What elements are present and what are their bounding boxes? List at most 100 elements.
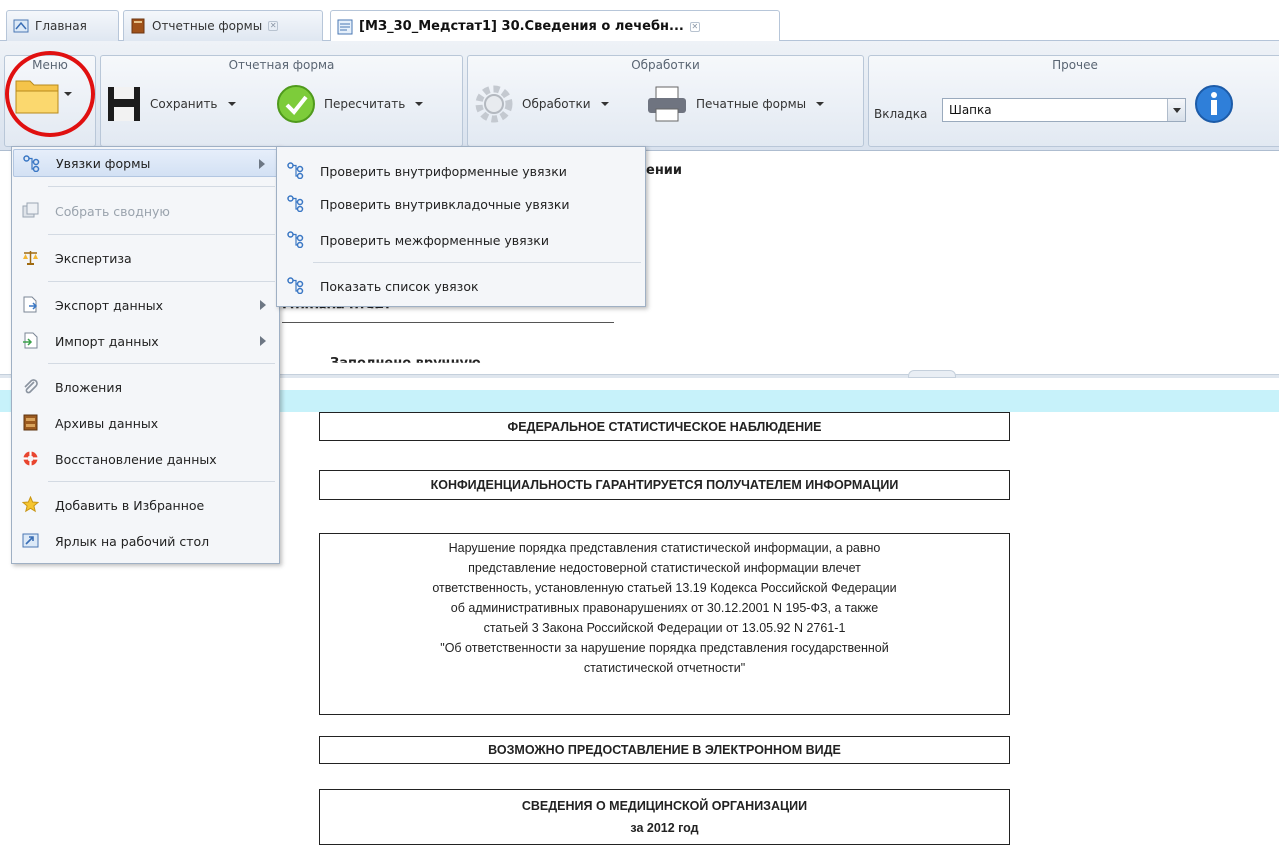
- menu-item-import-data[interactable]: Импорт данных: [13, 327, 278, 355]
- submenu-item-label: Проверить внутривкладочные увязки: [320, 196, 570, 212]
- tab-form-30-label: [МЗ_30_Медстат1] 30.Сведения о лечебн...: [359, 19, 684, 34]
- processing-button[interactable]: Обработки: [474, 85, 609, 123]
- import-icon: [23, 332, 38, 349]
- violation-line: статьей 3 Закона Российской Федерации от…: [483, 621, 846, 635]
- org-info-year: за 2012 год: [630, 821, 699, 835]
- summary-icon: [22, 202, 39, 218]
- save-button[interactable]: Сохранить: [106, 85, 236, 123]
- submenu-item-show-links-list[interactable]: Показать список увязок: [278, 272, 644, 300]
- violation-line: представление недостоверной статистическ…: [468, 561, 861, 575]
- submenu-item-check-interform[interactable]: Проверить межформенные увязки: [278, 226, 644, 254]
- highlight-circle: [5, 51, 95, 137]
- info-button[interactable]: [1194, 85, 1234, 123]
- submenu-arrow-icon: [260, 336, 266, 346]
- save-button-label: Сохранить: [150, 97, 218, 111]
- chevron-down-icon: [816, 102, 825, 106]
- processing-button-label: Обработки: [522, 97, 591, 111]
- recalculate-button[interactable]: Пересчитать: [276, 85, 424, 123]
- tab-selector-value: Шапка: [949, 103, 992, 117]
- menu-item-export-data[interactable]: Экспорт данных: [13, 291, 278, 319]
- main-menu: Увязки формы Собрать сводную Экспертиза …: [11, 146, 280, 564]
- archive-cabinet-icon: [23, 414, 38, 431]
- menu-separator: [48, 281, 275, 282]
- violation-line: ответственность, установленную статьей 1…: [432, 581, 897, 595]
- print-forms-button[interactable]: Печатные формы: [646, 85, 825, 123]
- links-submenu: Проверить внутриформенные увязки Провери…: [276, 146, 646, 307]
- chevron-down-icon: [415, 102, 424, 106]
- ribbon-group-report-form-title: Отчетная форма: [228, 58, 335, 72]
- menu-item-label: Импорт данных: [55, 333, 159, 349]
- violation-line: статистической отчетности": [583, 661, 746, 675]
- menu-item-label: Добавить в Избранное: [55, 497, 205, 513]
- tab-close-icon[interactable]: ✕: [689, 21, 700, 32]
- links-icon: [287, 195, 304, 212]
- violation-line: об административных правонарушениях от 3…: [450, 601, 879, 615]
- menu-item-data-recovery[interactable]: Восстановление данных: [13, 445, 278, 473]
- tab-close-icon[interactable]: ✕: [268, 21, 279, 31]
- submenu-item-check-intraform[interactable]: Проверить внутриформенные увязки: [278, 157, 644, 185]
- submenu-item-label: Проверить межформенные увязки: [320, 232, 549, 248]
- submenu-item-check-intratab[interactable]: Проверить внутривкладочные увязки: [278, 190, 644, 218]
- print-forms-button-label: Печатные формы: [696, 97, 807, 111]
- home-icon: [13, 19, 29, 33]
- form-heading-partial: ении: [646, 163, 683, 178]
- menu-item-add-favorites[interactable]: Добавить в Избранное: [13, 491, 278, 519]
- menu-item-attachments[interactable]: Вложения: [13, 373, 278, 401]
- submenu-arrow-icon: [260, 300, 266, 310]
- menu-item-label: Восстановление данных: [55, 451, 217, 467]
- org-info-box: СВЕДЕНИЯ О МЕДИЦИНСКОЙ ОРГАНИЗАЦИИ за 20…: [319, 789, 1010, 845]
- tab-form-30[interactable]: [МЗ_30_Медстат1] 30.Сведения о лечебн...…: [330, 10, 780, 42]
- links-icon: [287, 277, 304, 294]
- info-icon: [1195, 85, 1233, 123]
- printer-icon: [648, 86, 686, 122]
- gear-icon: [475, 85, 513, 123]
- recalculate-button-label: Пересчитать: [324, 97, 406, 111]
- tab-home[interactable]: Главная: [6, 10, 119, 41]
- form-icon: [337, 19, 353, 34]
- tab-selector-label: Вкладка: [874, 107, 928, 121]
- menu-item-label: Ярлык на рабочий стол: [55, 533, 210, 549]
- ribbon-toolbar: Меню Отчетная форма Обработки Прочее Сох…: [0, 41, 1279, 151]
- tab-selector-dropdown[interactable]: Шапка: [942, 98, 1186, 122]
- menu-item-build-summary: Собрать сводную: [13, 197, 278, 225]
- violation-notice-box: Нарушение порядка представления статисти…: [319, 533, 1010, 715]
- checkmark-icon: [277, 85, 315, 123]
- menu-item-label: Архивы данных: [55, 415, 159, 431]
- export-icon: [23, 296, 38, 313]
- ribbon-group-processing-title: Обработки: [631, 58, 700, 72]
- menu-item-label: Собрать сводную: [55, 203, 170, 219]
- violation-line: "Об ответственности за нарушение порядка…: [440, 641, 889, 655]
- chevron-down-icon: [600, 102, 609, 106]
- tab-report-forms[interactable]: Отчетные формы ✕: [123, 10, 323, 41]
- submenu-item-label: Показать список увязок: [320, 278, 479, 294]
- scales-icon: [23, 251, 38, 265]
- shortcut-icon: [22, 533, 39, 548]
- federal-observation-text: ФЕДЕРАЛЬНОЕ СТАТИСТИЧЕСКОЕ НАБЛЮДЕНИЕ: [507, 419, 822, 434]
- menu-item-label: Экспорт данных: [55, 297, 164, 313]
- electronic-submission-box: ВОЗМОЖНО ПРЕДОСТАВЛЕНИЕ В ЭЛЕКТРОННОМ ВИ…: [319, 736, 1010, 764]
- menu-separator: [48, 363, 275, 364]
- electronic-submission-text: ВОЗМОЖНО ПРЕДОСТАВЛЕНИЕ В ЭЛЕКТРОННОМ ВИ…: [488, 743, 841, 757]
- menu-item-expertise[interactable]: Экспертиза: [13, 244, 278, 272]
- federal-observation-box: ФЕДЕРАЛЬНОЕ СТАТИСТИЧЕСКОЕ НАБЛЮДЕНИЕ: [319, 412, 1010, 441]
- tab-home-label: Главная: [35, 19, 87, 33]
- menu-item-desktop-shortcut[interactable]: Ярлык на рабочий стол: [13, 527, 278, 555]
- violation-line: Нарушение порядка представления статисти…: [448, 541, 881, 555]
- links-icon: [287, 231, 304, 248]
- menu-item-label: Вложения: [55, 379, 122, 395]
- splitter-handle[interactable]: [908, 370, 956, 378]
- paperclip-icon: [24, 379, 38, 394]
- ribbon-group-other-title: Прочее: [1052, 58, 1098, 72]
- lifebuoy-icon: [23, 451, 38, 466]
- menu-separator: [48, 186, 275, 187]
- tab-report-forms-label: Отчетные формы: [152, 19, 263, 33]
- links-icon: [23, 155, 40, 172]
- chevron-down-icon[interactable]: [1167, 99, 1185, 121]
- menu-item-form-links[interactable]: Увязки формы: [13, 149, 278, 177]
- links-icon: [287, 162, 304, 179]
- chevron-down-icon: [227, 102, 236, 106]
- menu-item-data-archives[interactable]: Архивы данных: [13, 409, 278, 437]
- form-divider-line: [282, 322, 614, 323]
- org-info-title: СВЕДЕНИЯ О МЕДИЦИНСКОЙ ОРГАНИЗАЦИИ: [521, 799, 808, 813]
- submenu-arrow-icon: [259, 159, 265, 169]
